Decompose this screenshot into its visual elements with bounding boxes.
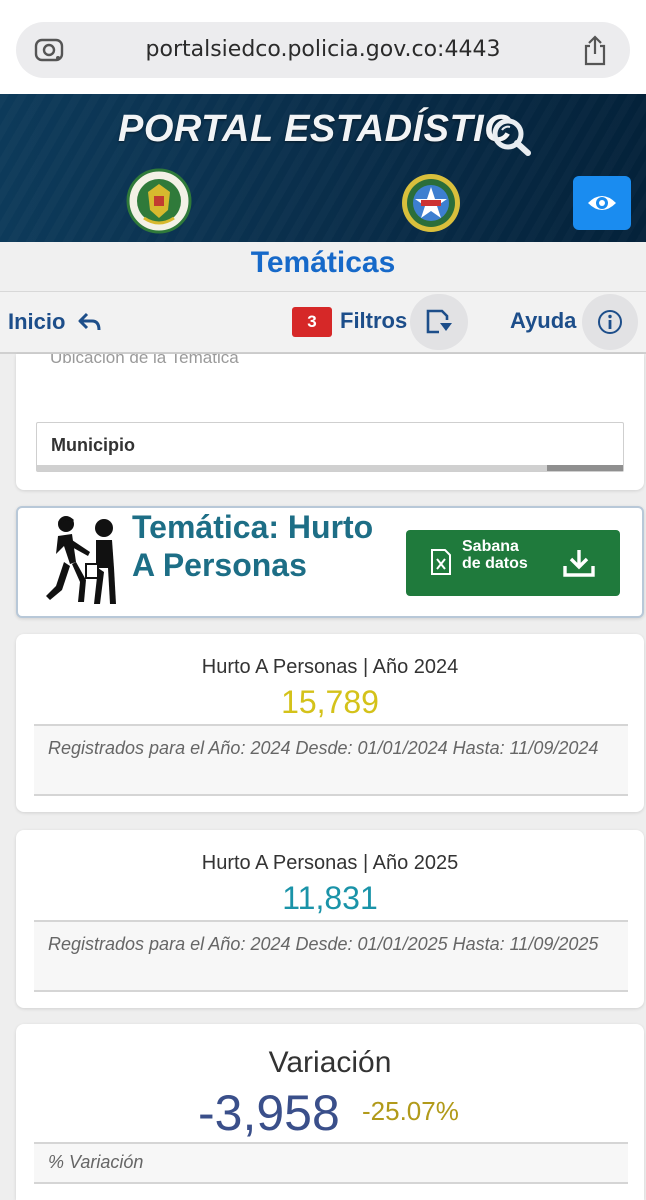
download-icon: [563, 550, 595, 577]
nav-bar: Inicio 3 Filtros Ayuda: [0, 292, 646, 354]
sabana-datos-button[interactable]: Sabana de datos: [406, 530, 620, 596]
ayuda-link[interactable]: Ayuda: [510, 308, 576, 334]
accessibility-eye-button[interactable]: [573, 176, 631, 230]
filter-icon: [426, 309, 452, 334]
stat-title: Hurto A Personas | Año 2025: [201, 852, 459, 874]
filtros-link[interactable]: Filtros: [340, 308, 407, 334]
tematica-card: Temática: Hurto A Personas Sabana de dat…: [16, 506, 644, 618]
portal-title: PORTAL ESTADÍSTIC: [118, 108, 513, 150]
share-icon[interactable]: [582, 34, 608, 66]
police-seal-icon: [126, 168, 192, 234]
stat-value: 15,789: [281, 684, 379, 720]
help-icon: [598, 310, 622, 334]
tematica-title: Temática: Hurto A Personas: [132, 509, 374, 583]
dijin-seal-icon: [402, 174, 460, 232]
stat-note: Registrados para el Año: 2024 Desde: 01/…: [34, 920, 628, 992]
search-lens-icon: [492, 118, 531, 156]
address-bar[interactable]: portalsiedco.policia.gov.co:4443: [16, 22, 630, 78]
eye-icon: [588, 196, 616, 210]
title-row: Temáticas: [0, 242, 646, 292]
back-arrow-icon: [78, 313, 101, 331]
variation-note: % Variación: [34, 1142, 628, 1184]
sabana-label: Sabana de datos: [462, 538, 528, 572]
municipio-select[interactable]: Municipio: [36, 422, 624, 472]
variation-value: -3,958: [198, 1085, 340, 1141]
inicio-label: Inicio: [8, 309, 66, 335]
municipio-scrollbar[interactable]: [37, 465, 623, 471]
stat-value: 11,831: [282, 880, 378, 916]
scrollbar-thumb[interactable]: [547, 465, 623, 471]
page-title: Temáticas: [250, 246, 396, 279]
location-section-label: Ubicación de la Temática: [50, 354, 239, 367]
help-button[interactable]: [582, 294, 638, 350]
filter-button[interactable]: [410, 294, 468, 350]
variation-title: Variación: [268, 1046, 392, 1079]
location-card: Ubicación de la Temática Municipio: [16, 354, 644, 490]
stat-title: Hurto A Personas | Año 2024: [201, 656, 459, 678]
excel-icon: [431, 549, 451, 575]
variation-card: Variación -3,958 -25.07% % Variación: [16, 1024, 644, 1200]
url-text[interactable]: portalsiedco.policia.gov.co:4443: [16, 22, 630, 78]
header-banner: PORTAL ESTADÍSTIC: [0, 94, 646, 242]
filter-count-badge: 3: [292, 307, 332, 337]
stat-note: Registrados para el Año: 2024 Desde: 01/…: [34, 724, 628, 796]
municipio-label: Municipio: [51, 435, 135, 455]
browser-bar: portalsiedco.policia.gov.co:4443: [0, 0, 646, 94]
stat-card-2025: Hurto A Personas | Año 2025 11,831 Regis…: [16, 830, 644, 1008]
stat-card-2024: Hurto A Personas | Año 2024 15,789 Regis…: [16, 634, 644, 812]
inicio-link[interactable]: Inicio: [8, 308, 102, 338]
theft-icon: [46, 516, 116, 604]
variation-percent: -25.07%: [362, 1096, 459, 1126]
